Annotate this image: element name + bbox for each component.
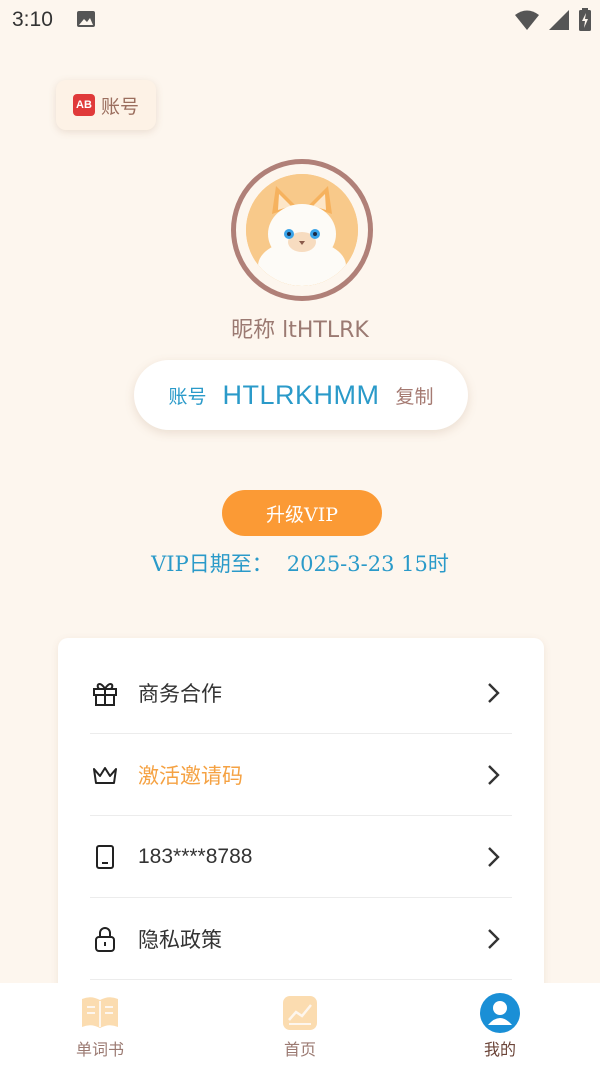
status-bar: 3:10 bbox=[0, 0, 600, 42]
chevron-right-icon bbox=[488, 928, 500, 949]
menu-item-invite-code[interactable]: 激活邀请码 bbox=[90, 734, 512, 816]
account-id-card: 账号 HTLRKHMM 复制 bbox=[134, 360, 468, 430]
menu-item-label: 隐私政策 bbox=[138, 927, 222, 952]
menu-item-label: 激活邀请码 bbox=[138, 763, 243, 788]
nickname-label: 昵称 ltHTLRK bbox=[231, 318, 369, 343]
chevron-right-icon bbox=[488, 846, 500, 867]
settings-menu-card: 商务合作 激活邀请码 183****8788 隐私政策 bbox=[58, 638, 544, 998]
nav-item-home[interactable]: 首页 bbox=[240, 993, 360, 1063]
lock-icon bbox=[90, 924, 120, 954]
vip-date-value: 2025-3-23 15时 bbox=[286, 552, 449, 576]
vip-expiry: VIP日期至： 2025-3-23 15时 bbox=[0, 548, 600, 578]
book-icon bbox=[82, 997, 118, 1028]
menu-item-privacy-policy[interactable]: 隐私政策 bbox=[90, 898, 512, 980]
nav-item-wordbook[interactable]: 单词书 bbox=[40, 993, 160, 1063]
signal-icon bbox=[549, 10, 569, 30]
nav-item-mine[interactable]: 我的 bbox=[440, 993, 560, 1063]
ab-icon: AB bbox=[72, 94, 95, 116]
wifi-icon bbox=[515, 10, 539, 30]
bottom-navigation: 单词书 首页 我的 bbox=[0, 983, 600, 1067]
vip-date-label: VIP日期至： bbox=[151, 552, 273, 576]
chevron-right-icon bbox=[488, 682, 500, 703]
chart-icon bbox=[283, 996, 317, 1030]
phone-icon bbox=[90, 842, 120, 872]
menu-item-label: 商务合作 bbox=[138, 681, 222, 706]
battery-icon bbox=[579, 8, 591, 31]
nav-label: 我的 bbox=[483, 1040, 516, 1059]
menu-item-business[interactable]: 商务合作 bbox=[90, 652, 512, 734]
gift-icon bbox=[90, 678, 120, 708]
avatar[interactable] bbox=[231, 159, 373, 301]
menu-item-phone[interactable]: 183****8788 bbox=[90, 816, 512, 898]
nav-label: 单词书 bbox=[75, 1040, 124, 1059]
chevron-right-icon bbox=[488, 764, 500, 785]
account-tag-label: 账号 bbox=[100, 95, 139, 118]
account-tag-button[interactable]: AB 账号 bbox=[56, 80, 156, 130]
nav-label: 首页 bbox=[283, 1040, 316, 1059]
image-notification-icon bbox=[77, 11, 95, 27]
cat-avatar-image bbox=[246, 174, 358, 286]
menu-item-label: 183****8788 bbox=[138, 844, 253, 868]
account-id-value: HTLRKHMM bbox=[222, 379, 380, 410]
upgrade-vip-button[interactable]: 升级VIP bbox=[222, 490, 382, 536]
status-time: 3:10 bbox=[12, 8, 53, 31]
account-id-label: 账号 bbox=[168, 385, 207, 408]
copy-button[interactable]: 复制 bbox=[396, 382, 434, 409]
user-icon bbox=[480, 993, 520, 1033]
crown-icon bbox=[90, 760, 120, 790]
